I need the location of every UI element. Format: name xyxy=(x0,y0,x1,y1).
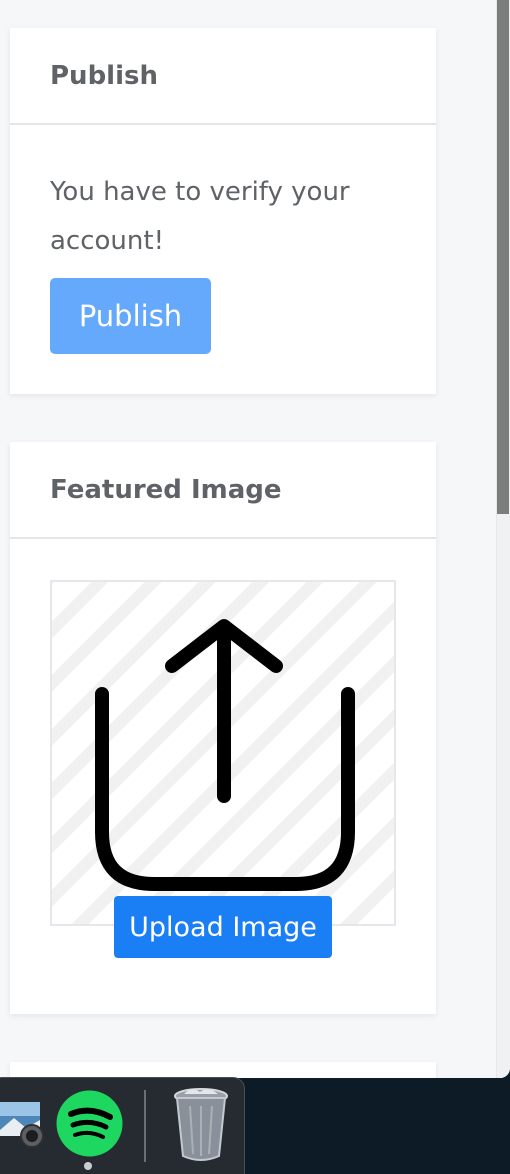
featured-image-card: Featured Image Upload Image xyxy=(10,442,436,1014)
running-indicator xyxy=(84,1162,92,1170)
publish-card: Publish You have to verify your account!… xyxy=(10,28,436,394)
dock-separator xyxy=(144,1090,146,1162)
spotify-icon[interactable] xyxy=(56,1090,123,1157)
scrollbar-track[interactable] xyxy=(496,0,510,1078)
trash-icon[interactable] xyxy=(172,1086,230,1162)
verify-account-message: You have to verify your account! xyxy=(50,177,350,256)
image-dropzone[interactable] xyxy=(50,580,396,926)
publish-title: Publish xyxy=(50,60,158,91)
scrollbar-thumb[interactable] xyxy=(497,0,509,514)
next-card-partial xyxy=(10,1062,436,1078)
main-page: Publish You have to verify your account!… xyxy=(0,0,510,1078)
photo-app-icon[interactable] xyxy=(0,1092,44,1154)
publish-card-header: Publish xyxy=(10,28,436,125)
upload-image-button[interactable]: Upload Image xyxy=(114,896,332,958)
featured-image-header: Featured Image xyxy=(10,442,436,539)
publish-button[interactable]: Publish xyxy=(50,278,211,354)
upload-icon xyxy=(95,619,355,891)
featured-image-title: Featured Image xyxy=(50,474,282,505)
